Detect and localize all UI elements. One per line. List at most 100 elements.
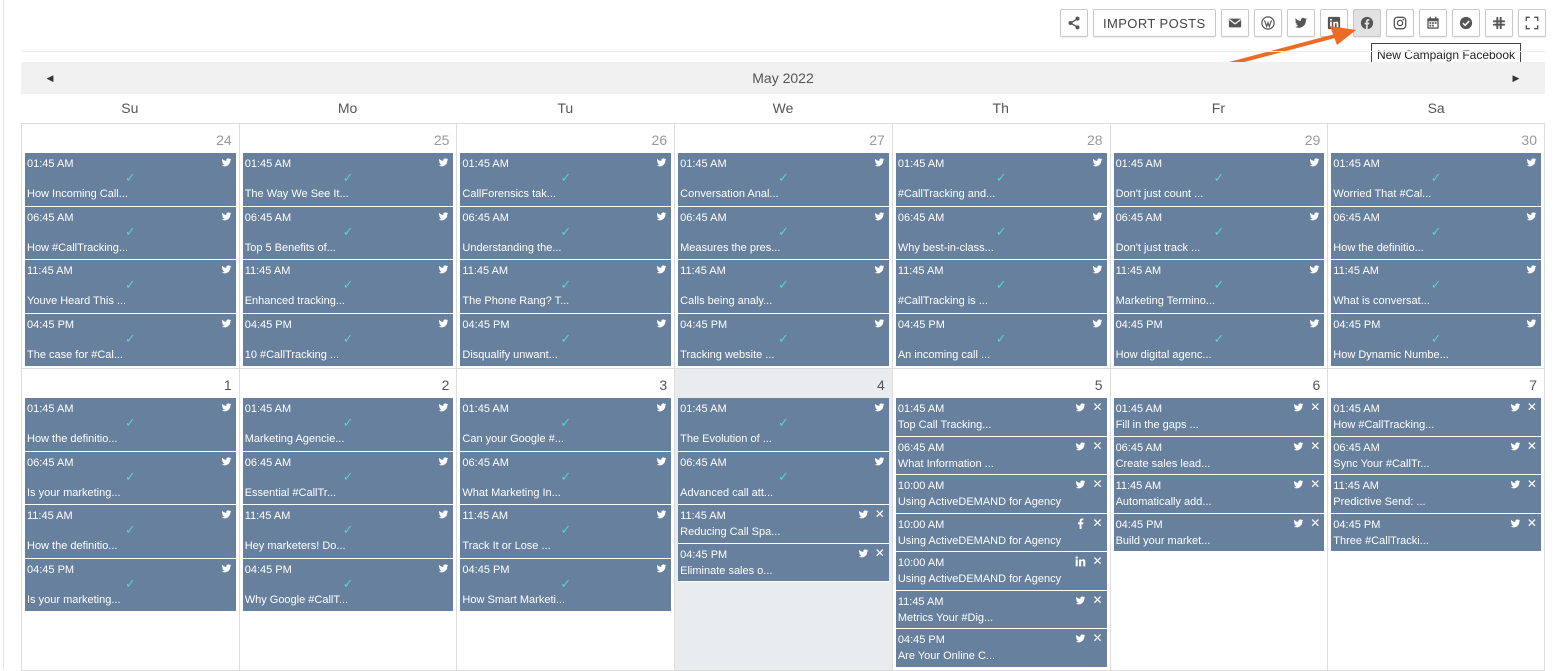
calendar-event[interactable]: 10:00 AM Using ActiveDEMAND for Agency ✕ [895,552,1107,591]
calendar-event[interactable]: 06:45 AM What Information ... ✕ [895,436,1107,475]
calendar-event[interactable]: 01:45 AM ✓ CallForensics tak... [460,153,672,207]
calendar-event[interactable]: 01:45 AM Top Call Tracking... ✕ [895,398,1107,437]
calendar-event[interactable]: 11:45 AM Metrics Your #Dig... ✕ [895,590,1107,629]
calendar-event[interactable]: 11:45 AM ✓ Marketing Termino... [1113,260,1325,314]
calendar-event[interactable]: 01:45 AM ✓ The Evolution of ... [678,398,889,452]
delete-icon[interactable]: ✕ [875,547,885,559]
day-cell[interactable]: 26 01:45 AM ✓ CallForensics tak... 06:45 AM ✓… [456,124,675,369]
day-cell[interactable]: 3 01:45 AM ✓ Can your Google #... 06:45 AM ✓ W… [456,369,675,671]
twitter-icon [439,158,449,167]
delete-icon[interactable]: ✕ [1092,478,1102,490]
calendar-event[interactable]: 01:45 AM ✓ How Incoming Call... [25,153,236,207]
day-cell[interactable]: 4 01:45 AM ✓ The Evolution of ... 06:45 AM ✓ A… [674,369,892,671]
calendar-event[interactable]: 06:45 AM ✓ Understanding the... [460,206,672,260]
calendar-event[interactable]: 04:45 PM ✓ 10 #CallTracking ... [242,313,454,367]
calendar-event[interactable]: 11:45 AM ✓ The Phone Rang? T... [460,260,672,314]
calendar-event[interactable]: 06:45 AM ✓ Advanced call att... [678,451,889,505]
calendar-event[interactable]: 11:45 AM ✓ Youve Heard This ... [25,260,236,314]
calendar-event[interactable]: 04:45 PM ✓ Is your marketing... [25,558,236,612]
calendar-event[interactable]: 06:45 AM ✓ Is your marketing... [25,451,236,505]
calendar-event[interactable]: 04:45 PM ✓ How Dynamic Numbe... [1331,313,1541,367]
calendar-event[interactable]: 04:45 PM ✓ The case for #Cal... [25,313,236,367]
delete-icon[interactable]: ✕ [1527,478,1537,490]
calendar-event[interactable]: 04:45 PM Are Your Online C... ✕ [895,629,1107,668]
calendar-event[interactable]: 01:45 AM ✓ Marketing Agencie... [242,398,454,452]
day-cell[interactable]: 1 01:45 AM ✓ How the definitio... 06:45 AM ✓ I… [21,369,239,671]
calendar-event[interactable]: 01:45 AM ✓ Conversation Anal... [678,153,889,207]
delete-icon[interactable]: ✕ [1092,517,1102,529]
calendar-event[interactable]: 01:45 AM ✓ The Way We See It... [242,153,454,207]
calendar-event[interactable]: 11:45 AM ✓ How the definitio... [25,505,236,559]
calendar-event[interactable]: 06:45 AM ✓ Essential #CallTr... [242,451,454,505]
calendar-event[interactable]: 04:45 PM Eliminate sales o... ✕ [678,543,889,582]
calendar-event[interactable]: 06:45 AM ✓ How #CallTracking... [25,206,236,260]
day-cell[interactable]: 7 01:45 AM How #CallTracking... ✕ 06:45 AM Sy… [1327,369,1545,671]
calendar-event[interactable]: 11:45 AM ✓ Enhanced tracking... [242,260,454,314]
calendar-event[interactable]: 01:45 AM ✓ Can your Google #... [460,398,672,452]
calendar-event[interactable]: 10:00 AM Using ActiveDEMAND for Agency ✕ [895,475,1107,514]
next-month-button[interactable]: ▶ [1501,62,1531,94]
delete-icon[interactable]: ✕ [1527,401,1537,413]
calendar-event[interactable]: 04:45 PM ✓ Tracking website ... [678,313,889,367]
calendar-event[interactable]: 06:45 AM Create sales lead... ✕ [1113,436,1325,475]
calendar-event[interactable]: 04:45 PM ✓ How Smart Marketi... [460,558,672,612]
calendar-event[interactable]: 10:00 AM Using ActiveDEMAND for Agency ✕ [895,513,1107,552]
calendar-event[interactable]: 04:45 PM ✓ How digital agenc... [1113,313,1325,367]
calendar-event[interactable]: 06:45 AM ✓ What Marketing In... [460,451,672,505]
calendar-event[interactable]: 01:45 AM ✓ Don't just count ... [1113,153,1325,207]
calendar-event[interactable]: 04:45 PM ✓ Why Google #CallT... [242,558,454,612]
delete-icon[interactable]: ✕ [1092,555,1102,567]
day-cell[interactable]: 27 01:45 AM ✓ Conversation Anal... 06:45 AM ✓… [674,124,892,369]
day-cell[interactable]: 6 01:45 AM Fill in the gaps ... ✕ 06:45 AM Cr… [1109,369,1328,671]
calendar-event[interactable]: 04:45 PM ✓ An incoming call ... [895,313,1107,367]
twitter-icon [1510,441,1521,450]
event-title: Disqualify unwant... [462,348,558,361]
calendar-event[interactable]: 01:45 AM Fill in the gaps ... ✕ [1113,398,1325,437]
day-cell[interactable]: 24 01:45 AM ✓ How Incoming Call... 06:45 AM ✓… [21,124,239,369]
prev-month-button[interactable]: ◀ [35,62,65,94]
calendar-event[interactable]: 11:45 AM Reducing Call Spa... ✕ [678,505,889,544]
calendar-event[interactable]: 11:45 AM ✓ Calls being analy... [678,260,889,314]
twitter-icon [221,456,232,465]
delete-icon[interactable]: ✕ [1527,440,1537,452]
calendar-event[interactable]: 06:45 AM ✓ Top 5 Benefits of... [242,206,454,260]
day-cell[interactable]: 30 01:45 AM ✓ Worried That #Cal... 06:45 AM ✓… [1327,124,1545,369]
calendar-event[interactable]: 11:45 AM ✓ #CallTracking is ... [895,260,1107,314]
delete-icon[interactable]: ✕ [1310,440,1320,452]
calendar-event[interactable]: 06:45 AM ✓ Don't just track ... [1113,206,1325,260]
delete-icon[interactable]: ✕ [1310,517,1320,529]
day-of-week-header: Th [992,100,1009,116]
delete-icon[interactable]: ✕ [875,508,885,520]
day-cell[interactable]: 2 01:45 AM ✓ Marketing Agencie... 06:45 AM ✓ E… [238,369,457,671]
delete-icon[interactable]: ✕ [1092,401,1102,413]
calendar-event[interactable]: 01:45 AM ✓ #CallTracking and... [895,153,1107,207]
calendar-event[interactable]: 06:45 AM ✓ Measures the pres... [678,206,889,260]
calendar-event[interactable]: 11:45 AM Automatically add... ✕ [1113,475,1325,514]
delete-icon[interactable]: ✕ [1092,594,1102,606]
calendar-event[interactable]: 04:45 PM Three #CallTracki... ✕ [1331,513,1541,552]
day-cell[interactable]: 29 01:45 AM ✓ Don't just count ... 06:45 AM ✓… [1109,124,1328,369]
calendar-event[interactable]: 01:45 AM ✓ How the definitio... [25,398,236,452]
calendar-event[interactable]: 11:45 AM ✓ What is conversat... [1331,260,1541,314]
calendar-event[interactable]: 01:45 AM How #CallTracking... ✕ [1331,398,1541,437]
twitter-icon [874,265,885,274]
delete-icon[interactable]: ✕ [1092,632,1102,644]
delete-icon[interactable]: ✕ [1092,440,1102,452]
calendar-event[interactable]: 11:45 AM ✓ Hey marketers! Do... [242,505,454,559]
calendar-event[interactable]: 06:45 AM Sync Your #CallTr... ✕ [1331,436,1541,475]
day-of-week-header: Sa [1427,100,1445,116]
calendar-event[interactable]: 04:45 PM Build your market... ✕ [1113,513,1325,552]
calendar-event[interactable]: 06:45 AM ✓ How the definitio... [1331,206,1541,260]
calendar-event[interactable]: 06:45 AM ✓ Why best-in-class... [895,206,1107,260]
delete-icon[interactable]: ✕ [1527,517,1537,529]
event-time: 06:45 AM [244,456,292,469]
delete-icon[interactable]: ✕ [1310,478,1320,490]
delete-icon[interactable]: ✕ [1310,401,1320,413]
day-cell[interactable]: 5 01:45 AM Top Call Tracking... ✕ 06:45 AM Wh… [891,369,1110,671]
day-cell[interactable]: 25 01:45 AM ✓ The Way We See It... 06:45 AM ✓… [238,124,457,369]
calendar-event[interactable]: 11:45 AM ✓ Track It or Lose ... [460,505,672,559]
calendar-event[interactable]: 01:45 AM ✓ Worried That #Cal... [1331,153,1541,207]
calendar-event[interactable]: 04:45 PM ✓ Disqualify unwant... [460,313,672,367]
day-cell[interactable]: 28 01:45 AM ✓ #CallTracking and... 06:45 AM ✓… [891,124,1110,369]
calendar-event[interactable]: 11:45 AM Predictive Send: ... ✕ [1331,475,1541,514]
